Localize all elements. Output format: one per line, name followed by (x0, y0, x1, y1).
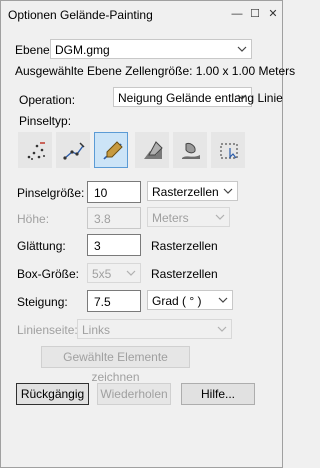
line-points-icon (63, 142, 85, 160)
slope-unit: Grad ( ° ) (152, 294, 202, 308)
brush-size-unit-dropdown[interactable]: Rasterzellen (147, 181, 238, 201)
minimize-icon[interactable]: — (230, 7, 244, 21)
redo-button[interactable]: Wiederholen (97, 383, 171, 405)
chevron-down-icon (223, 188, 233, 194)
chevron-down-icon (217, 326, 227, 332)
slope-label: Steigung: (17, 295, 68, 309)
brush-size-value: 10 (94, 186, 108, 200)
ebene-dropdown[interactable]: DGM.gmg (50, 39, 252, 59)
smoothing-input[interactable]: 3 (87, 234, 141, 256)
brush-tool-selection[interactable] (211, 132, 245, 168)
draw-selected-button[interactable]: Gewählte Elemente zeichnen (41, 346, 190, 384)
operation-value: Neigung Gelände entlang Linie (118, 91, 283, 105)
window-title: Optionen Gelände-Painting (8, 8, 153, 22)
ebene-value: DGM.gmg (55, 43, 110, 57)
pen-brush-icon (103, 141, 123, 160)
close-icon[interactable]: ✕ (266, 7, 280, 21)
brush-tool-pen[interactable] (94, 132, 128, 168)
height-unit-dropdown[interactable]: Meters (147, 207, 230, 227)
box-size-dropdown[interactable]: 5x5 (87, 263, 141, 283)
chevron-down-icon (237, 46, 247, 52)
operation-label: Operation: (19, 93, 76, 107)
box-size-label: Box-Größe: (17, 267, 80, 281)
chevron-down-icon (126, 270, 136, 276)
brush-tool-smudge[interactable] (173, 132, 207, 168)
terrain-painting-options-panel: Optionen Gelände-Painting — ☐ ✕ Ebene DG… (0, 0, 295, 468)
height-value: 3.8 (94, 212, 111, 226)
brush-size-label: Pinselgröße: (17, 186, 85, 200)
height-label: Höhe: (17, 212, 50, 226)
spray-dots-icon (27, 142, 45, 160)
maximize-icon[interactable]: ☐ (248, 7, 262, 21)
slope-unit-dropdown[interactable]: Grad ( ° ) (147, 290, 233, 310)
box-size-value: 5x5 (92, 267, 112, 281)
dotted-selection-icon (220, 143, 238, 159)
smoothing-value: 3 (94, 239, 101, 253)
chevron-down-icon (215, 214, 225, 220)
cell-size-info: Ausgewählte Ebene Zellengröße: 1.00 x 1.… (15, 64, 296, 78)
smoothing-label: Glättung: (17, 239, 66, 253)
slope-input[interactable]: 7.5 (87, 290, 141, 312)
ebene-label: Ebene (15, 43, 50, 57)
brush-tool-line[interactable] (56, 132, 90, 168)
box-size-unit: Rasterzellen (151, 267, 218, 281)
brush-tool-fill[interactable] (135, 132, 169, 168)
slope-value: 7.5 (94, 295, 111, 309)
brush-size-unit: Rasterzellen (152, 185, 219, 199)
chevron-down-icon (218, 297, 228, 303)
height-unit: Meters (152, 211, 189, 225)
operation-dropdown[interactable]: Neigung Gelände entlang Linie (113, 87, 283, 107)
smoothing-unit: Rasterzellen (151, 239, 218, 253)
height-input[interactable]: 3.8 (87, 207, 141, 229)
fill-area-icon (144, 141, 163, 159)
line-side-label: Linienseite: (17, 323, 78, 337)
title-bar: Optionen Gelände-Painting — ☐ ✕ (1, 1, 282, 29)
undo-button[interactable]: Rückgängig (16, 383, 89, 405)
line-side-dropdown[interactable]: Links (77, 319, 232, 339)
smudge-icon (182, 143, 200, 159)
brush-type-label: Pinseltyp: (19, 114, 72, 128)
brush-size-input[interactable]: 10 (87, 181, 141, 203)
brush-tool-spray[interactable] (18, 132, 52, 168)
help-button[interactable]: Hilfe... (181, 383, 255, 405)
chevron-down-icon (237, 94, 247, 100)
line-side-value: Links (82, 323, 111, 337)
